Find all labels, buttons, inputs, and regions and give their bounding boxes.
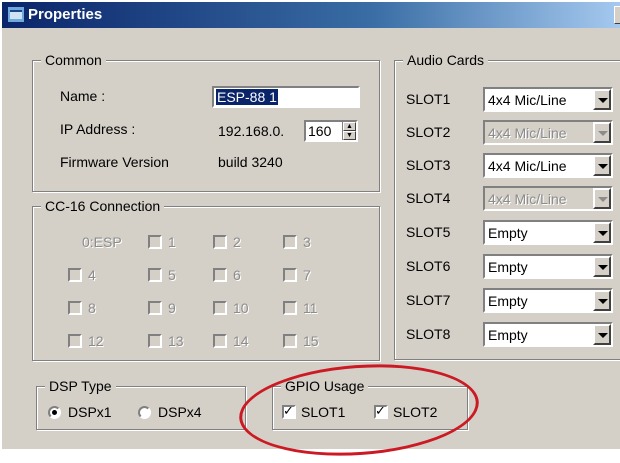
cc16-checkbox[interactable] bbox=[283, 235, 297, 249]
cc16-checkbox[interactable] bbox=[213, 334, 227, 348]
chevron-down-icon bbox=[598, 98, 608, 103]
slot-select[interactable]: Empty bbox=[483, 254, 613, 279]
cc16-checkbox-label: 6 bbox=[233, 267, 241, 283]
slot-select[interactable]: 4x4 Mic/Line bbox=[483, 186, 613, 211]
slot-label: SLOT7 bbox=[406, 292, 451, 308]
cc16-checkbox-label: 4 bbox=[88, 267, 96, 283]
slot-select-value: 4x4 Mic/Line bbox=[488, 92, 567, 108]
cc16-checkbox-label: 8 bbox=[88, 300, 96, 316]
title-bar[interactable]: Properties bbox=[2, 2, 620, 28]
cc16-checkbox-label: 15 bbox=[303, 333, 319, 349]
cc16-checkbox[interactable] bbox=[283, 268, 297, 282]
cc16-checkbox-label: 13 bbox=[168, 333, 184, 349]
chevron-down-icon bbox=[598, 333, 608, 338]
dsp-x4-label[interactable]: DSPx4 bbox=[158, 403, 202, 421]
cc16-checkbox[interactable] bbox=[213, 235, 227, 249]
cc16-checkbox[interactable] bbox=[213, 301, 227, 315]
slot-label: SLOT3 bbox=[406, 157, 451, 173]
dropdown-button[interactable] bbox=[593, 324, 611, 345]
chevron-down-icon bbox=[598, 131, 608, 136]
dropdown-button[interactable] bbox=[593, 222, 611, 243]
cc16-checkbox-label: 11 bbox=[303, 300, 318, 316]
cc16-checkbox[interactable] bbox=[148, 334, 162, 348]
cc16-checkbox[interactable] bbox=[283, 334, 297, 348]
slot-label: SLOT1 bbox=[406, 91, 451, 107]
cc16-checkbox-label: 5 bbox=[168, 267, 176, 283]
chevron-down-icon bbox=[598, 231, 608, 236]
slot-label: SLOT4 bbox=[406, 190, 451, 206]
chevron-down-icon bbox=[598, 197, 608, 202]
spin-up-icon[interactable]: ▲ bbox=[343, 122, 356, 131]
ip-last-octet-spinner[interactable]: 160 ▲ ▼ bbox=[304, 120, 358, 142]
firmware-value: build 3240 bbox=[218, 154, 283, 170]
cc16-checkbox-label: 7 bbox=[303, 267, 311, 283]
cc16-checkbox-label: 9 bbox=[168, 300, 176, 316]
cc16-group: CC-16 Connection bbox=[32, 197, 380, 361]
dropdown-button[interactable] bbox=[593, 155, 611, 176]
cc16-checkbox-label: 10 bbox=[233, 300, 249, 316]
cc16-checkbox-label: 14 bbox=[233, 333, 249, 349]
dropdown-button[interactable] bbox=[593, 256, 611, 277]
slot-select[interactable]: Empty bbox=[483, 288, 613, 313]
name-value: ESP-88 1 bbox=[216, 89, 278, 105]
dropdown-button[interactable] bbox=[593, 122, 611, 143]
chevron-down-icon bbox=[598, 265, 608, 270]
radio-selected-dot bbox=[52, 410, 57, 415]
slot-select-value: 4x4 Mic/Line bbox=[488, 158, 567, 174]
cc16-checkbox[interactable] bbox=[68, 268, 82, 282]
window-icon bbox=[8, 7, 24, 22]
ip-address-label: IP Address : bbox=[60, 121, 136, 137]
cc16-checkbox[interactable] bbox=[68, 334, 82, 348]
dsp-x4-radio[interactable] bbox=[138, 406, 151, 419]
name-input[interactable]: ESP-88 1 bbox=[212, 86, 360, 108]
title-button[interactable] bbox=[614, 6, 620, 24]
cc16-checkbox[interactable] bbox=[213, 268, 227, 282]
dsp-x1-label[interactable]: DSPx1 bbox=[68, 403, 112, 421]
ip-prefix: 192.168.0. bbox=[218, 123, 285, 139]
slot-select-value: Empty bbox=[488, 259, 528, 275]
spin-down-icon[interactable]: ▼ bbox=[343, 131, 356, 140]
slot-select-value: Empty bbox=[488, 225, 528, 241]
slot-label: SLOT6 bbox=[406, 258, 451, 274]
cc16-checkbox[interactable] bbox=[68, 301, 82, 315]
slot-select-value: Empty bbox=[488, 293, 528, 309]
red-annotation-ellipse bbox=[236, 356, 482, 463]
slot-select[interactable]: Empty bbox=[483, 322, 613, 347]
cc16-checkbox-label: 2 bbox=[233, 234, 241, 250]
slot-select-value: Empty bbox=[488, 327, 528, 343]
cc16-checkbox[interactable] bbox=[148, 235, 162, 249]
dsp-x1-radio[interactable] bbox=[48, 406, 61, 419]
slot-label: SLOT5 bbox=[406, 224, 451, 240]
firmware-label: Firmware Version bbox=[60, 154, 169, 170]
dsp-type-legend: DSP Type bbox=[45, 377, 116, 395]
slot-select-value: 4x4 Mic/Line bbox=[488, 125, 567, 141]
ip-last-octet: 160 bbox=[308, 123, 332, 139]
slot-select[interactable]: 4x4 Mic/Line bbox=[483, 120, 613, 145]
properties-window: Properties Common Name : ESP-88 1 IP Add… bbox=[0, 0, 620, 463]
cc16-checkbox[interactable] bbox=[148, 301, 162, 315]
dropdown-button[interactable] bbox=[593, 89, 611, 110]
cc16-legend: CC-16 Connection bbox=[41, 197, 165, 215]
cc16-checkbox-label: 3 bbox=[303, 234, 311, 250]
cc16-esp-label: 0:ESP bbox=[82, 234, 122, 250]
cc16-checkbox[interactable] bbox=[283, 301, 297, 315]
dropdown-button[interactable] bbox=[593, 188, 611, 209]
slot-select[interactable]: 4x4 Mic/Line bbox=[483, 153, 613, 178]
common-legend: Common bbox=[41, 51, 106, 69]
slot-select[interactable]: 4x4 Mic/Line bbox=[483, 87, 613, 112]
dropdown-button[interactable] bbox=[593, 290, 611, 311]
slot-select[interactable]: Empty bbox=[483, 220, 613, 245]
name-label: Name : bbox=[60, 88, 106, 104]
audio-cards-legend: Audio Cards bbox=[403, 51, 489, 69]
slot-label: SLOT2 bbox=[406, 124, 451, 140]
cc16-checkbox[interactable] bbox=[148, 268, 162, 282]
cc16-checkbox-label: 1 bbox=[168, 234, 176, 250]
window-title: Properties bbox=[28, 6, 103, 23]
slot-label: SLOT8 bbox=[406, 326, 451, 342]
chevron-down-icon bbox=[598, 164, 608, 169]
cc16-checkbox-label: 12 bbox=[88, 333, 104, 349]
slot-select-value: 4x4 Mic/Line bbox=[488, 191, 567, 207]
chevron-down-icon bbox=[598, 299, 608, 304]
spinner-buttons[interactable]: ▲ ▼ bbox=[342, 122, 356, 140]
